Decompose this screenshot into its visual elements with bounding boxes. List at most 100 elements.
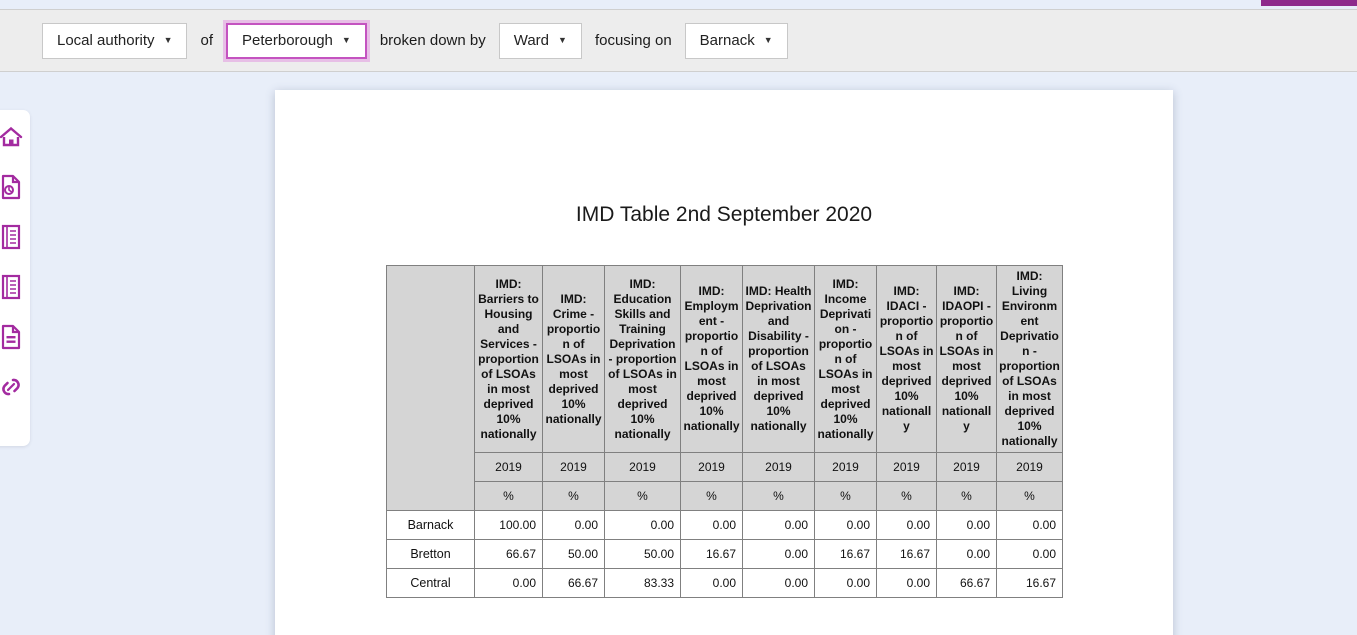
column-header: IMD: Income Deprivation - proportion of … [814,265,877,453]
sidebar-item-recent[interactable] [0,172,24,202]
data-cell: 66.67 [542,568,605,598]
geography-type-dropdown-label: Local authority [57,32,155,49]
query-toolbar: Local authority ▼ of Peterborough ▼ brok… [0,9,1357,72]
breakdown-dropdown[interactable]: Ward ▼ [498,22,582,59]
table-row: Bretton 66.67 50.00 50.00 16.67 0.00 16.… [386,539,1063,569]
table-header-row: IMD: Barriers to Housing and Services - … [386,265,1063,511]
table-corner-cell [386,265,475,511]
list-document-icon [0,224,22,250]
data-cell: 0.00 [876,510,937,540]
column-header: IMD: Employment - proportion of LSOAs in… [680,265,743,453]
year-cell: 2019 [742,452,815,482]
unit-cell: % [604,481,681,511]
year-cell: 2019 [604,452,681,482]
data-cell: 0.00 [936,539,997,569]
unit-cell: % [474,481,543,511]
icon-sidebar [0,110,30,446]
data-cell: 0.00 [742,510,815,540]
column-header: IMD: Living Environment Deprivation - pr… [996,265,1063,453]
data-cell: 16.67 [876,539,937,569]
column-header: IMD: IDACI - proportion of LSOAs in most… [876,265,937,453]
document-clock-icon [0,174,22,200]
chevron-down-icon: ▼ [763,35,773,45]
unit-cell: % [936,481,997,511]
toolbar-focus-text: focusing on [594,32,672,49]
list-document-alt-icon [0,274,22,300]
data-cell: 0.00 [996,510,1063,540]
focus-dropdown[interactable]: Barnack ▼ [684,22,788,59]
toolbar-of-text: of [200,32,213,49]
row-label: Bretton [386,539,475,569]
year-cell: 2019 [680,452,743,482]
unit-cell: % [996,481,1063,511]
year-cell: 2019 [876,452,937,482]
data-cell: 0.00 [680,568,743,598]
area-dropdown[interactable]: Peterborough ▼ [223,19,370,62]
top-accent-bar [1261,0,1357,6]
chevron-down-icon: ▼ [558,35,567,45]
app-root: Local authority ▼ of Peterborough ▼ brok… [0,0,1357,635]
data-cell: 0.00 [680,510,743,540]
data-cell: 0.00 [742,568,815,598]
table-year-row: 2019 2019 2019 2019 2019 2019 2019 2019 … [387,452,1063,482]
unit-cell: % [814,481,877,511]
unit-cell: % [680,481,743,511]
column-header: IMD: Crime - proportion of LSOAs in most… [542,265,605,453]
home-icon [0,126,23,148]
year-cell: 2019 [542,452,605,482]
column-header: IMD: IDAOPI - proportion of LSOAs in mos… [936,265,997,453]
unit-cell: % [742,481,815,511]
chevron-down-icon: ▼ [341,35,351,45]
data-cell: 50.00 [604,539,681,569]
table-head: IMD: Barriers to Housing and Services - … [386,265,1063,511]
year-cell: 2019 [936,452,997,482]
sidebar-item-link[interactable] [0,372,24,402]
data-cell: 50.00 [542,539,605,569]
data-cell: 0.00 [814,510,877,540]
toolbar-breakdown-text: broken down by [379,32,486,49]
year-cell: 2019 [996,452,1063,482]
data-cell: 0.00 [996,539,1063,569]
data-cell: 0.00 [474,568,543,598]
data-cell: 0.00 [604,510,681,540]
breakdown-dropdown-label: Ward [513,32,550,49]
row-label: Barnack [386,510,475,540]
sidebar-item-table-list[interactable] [0,222,24,252]
text-document-icon [0,324,22,350]
unit-cell: % [876,481,937,511]
data-cell: 0.00 [742,539,815,569]
data-cell: 0.00 [814,568,877,598]
data-cell: 100.00 [474,510,543,540]
chevron-down-icon: ▼ [163,35,173,45]
data-cell: 16.67 [814,539,877,569]
data-cell: 0.00 [936,510,997,540]
data-cell: 66.67 [936,568,997,598]
table-body: Barnack 100.00 0.00 0.00 0.00 0.00 0.00 … [386,510,1063,598]
data-cell: 0.00 [542,510,605,540]
row-label: Central [386,568,475,598]
table-row: Barnack 100.00 0.00 0.00 0.00 0.00 0.00 … [386,510,1063,540]
year-cell: 2019 [814,452,877,482]
focus-dropdown-label: Barnack [699,32,755,49]
data-cell: 16.67 [996,568,1063,598]
table-container: IMD: Barriers to Housing and Services - … [275,265,1173,598]
data-cell: 0.00 [876,568,937,598]
column-header: IMD: Health Deprivation and Disability -… [742,265,815,453]
report-page: IMD Table 2nd September 2020 IMD: Barrie… [275,90,1173,635]
year-cell: 2019 [474,452,543,482]
table-row: Central 0.00 66.67 83.33 0.00 0.00 0.00 … [386,568,1063,598]
data-cell: 83.33 [604,568,681,598]
data-cell: 16.67 [680,539,743,569]
page-title: IMD Table 2nd September 2020 [575,203,873,226]
column-header: IMD: Barriers to Housing and Services - … [474,265,543,453]
sidebar-item-report[interactable] [0,322,24,352]
data-cell: 66.67 [474,539,543,569]
unit-cell: % [542,481,605,511]
area-dropdown-label: Peterborough [242,32,333,49]
sidebar-item-home[interactable] [0,122,24,152]
link-icon [0,375,23,399]
sidebar-item-table-list-alt[interactable] [0,272,24,302]
imd-table: IMD: Barriers to Housing and Services - … [386,265,1063,598]
column-header: IMD: Education Skills and Training Depri… [604,265,681,453]
geography-type-dropdown[interactable]: Local authority ▼ [42,22,188,59]
